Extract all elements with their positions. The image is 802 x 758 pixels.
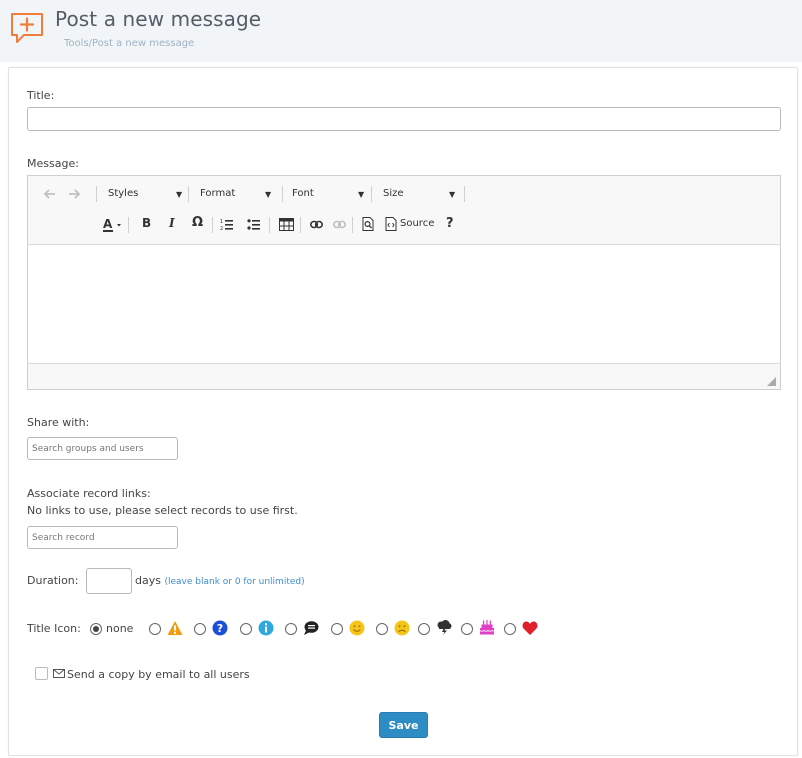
size-caret-icon: ▼ bbox=[449, 190, 456, 199]
info-icon bbox=[258, 620, 274, 636]
bullet-list-icon[interactable] bbox=[247, 218, 261, 231]
toolbar-separator bbox=[96, 186, 97, 202]
undo-icon[interactable] bbox=[43, 188, 57, 200]
format-dropdown[interactable]: Format bbox=[200, 188, 235, 199]
preview-icon[interactable] bbox=[362, 217, 374, 231]
share-with-label: Share with: bbox=[27, 416, 90, 429]
message-label: Message: bbox=[27, 157, 79, 170]
table-icon[interactable] bbox=[279, 218, 294, 231]
title-icon-radio-warning[interactable] bbox=[149, 623, 161, 635]
rich-text-editor: Styles ▼ Format ▼ Font ▼ Size ▼ A B I Ω … bbox=[27, 175, 781, 390]
help-icon[interactable]: ? bbox=[446, 216, 454, 231]
toolbar-separator bbox=[282, 186, 283, 202]
title-icon-radio-storm[interactable] bbox=[418, 623, 430, 635]
toolbar-separator bbox=[352, 217, 353, 233]
numbered-list-icon[interactable]: 1 2 bbox=[220, 218, 234, 231]
link-icon[interactable] bbox=[310, 220, 323, 229]
duration-input[interactable] bbox=[86, 568, 132, 594]
title-icon-radio-speech[interactable] bbox=[285, 623, 297, 635]
record-search-input[interactable] bbox=[27, 526, 178, 549]
breadcrumb: Tools/Post a new message bbox=[64, 38, 195, 49]
title-label: Title: bbox=[27, 89, 55, 102]
title-input[interactable] bbox=[27, 107, 781, 131]
toolbar-separator bbox=[269, 217, 270, 233]
title-icon-radio-none[interactable] bbox=[90, 623, 102, 635]
title-icon-radio-cake[interactable] bbox=[461, 623, 473, 635]
speech-bubble-icon bbox=[304, 621, 319, 635]
storm-cloud-icon bbox=[437, 620, 452, 635]
records-note: No links to use, please select records t… bbox=[27, 504, 298, 517]
form-panel bbox=[8, 67, 798, 756]
cake-icon bbox=[479, 620, 495, 635]
title-icon-radio-question[interactable] bbox=[194, 623, 206, 635]
styles-dropdown[interactable]: Styles bbox=[108, 188, 138, 199]
toolbar-separator bbox=[464, 186, 465, 202]
size-dropdown[interactable]: Size bbox=[383, 188, 404, 199]
title-icon-none-label: none bbox=[106, 622, 134, 635]
title-icon-label: Title Icon: bbox=[27, 622, 81, 635]
envelope-icon bbox=[53, 669, 65, 678]
toolbar-separator bbox=[371, 186, 372, 202]
svg-text:?: ? bbox=[217, 622, 223, 635]
heart-icon bbox=[522, 621, 538, 635]
svg-text:2: 2 bbox=[220, 226, 223, 231]
email-copy-label: Send a copy by email to all users bbox=[67, 668, 250, 681]
duration-unit-text: days bbox=[135, 574, 161, 587]
question-icon: ? bbox=[212, 620, 228, 636]
title-icon-radio-heart[interactable] bbox=[504, 623, 516, 635]
italic-icon[interactable]: I bbox=[169, 216, 175, 230]
special-char-icon[interactable]: Ω bbox=[192, 215, 203, 230]
duration-label: Duration: bbox=[27, 574, 79, 587]
editor-content-area[interactable] bbox=[28, 244, 780, 364]
message-plus-icon bbox=[11, 13, 43, 43]
toolbar-separator bbox=[300, 217, 301, 233]
toolbar-separator bbox=[128, 217, 129, 233]
unlink-icon[interactable] bbox=[333, 220, 346, 230]
redo-icon[interactable] bbox=[67, 188, 81, 200]
associate-records-label: Associate record links: bbox=[27, 487, 151, 500]
title-icon-radio-smile[interactable] bbox=[331, 623, 343, 635]
warning-icon bbox=[167, 621, 183, 635]
svg-text:1: 1 bbox=[220, 219, 223, 225]
source-button[interactable]: Source bbox=[400, 218, 434, 229]
styles-caret-icon: ▼ bbox=[176, 190, 183, 199]
svg-text:A: A bbox=[103, 217, 113, 231]
title-icon-radio-info[interactable] bbox=[240, 623, 252, 635]
bold-icon[interactable]: B bbox=[142, 216, 151, 230]
share-search-input[interactable] bbox=[27, 437, 178, 460]
page-header: Post a new message Tools/Post a new mess… bbox=[0, 0, 802, 62]
format-caret-icon: ▼ bbox=[265, 190, 272, 199]
page-title: Post a new message bbox=[55, 7, 262, 31]
source-icon[interactable] bbox=[385, 217, 397, 231]
save-button[interactable]: Save bbox=[379, 712, 428, 738]
toolbar-separator bbox=[188, 186, 189, 202]
resize-grip-icon[interactable] bbox=[767, 377, 776, 386]
email-copy-checkbox[interactable] bbox=[35, 667, 48, 680]
text-color-icon[interactable]: A bbox=[102, 217, 124, 233]
duration-unit: days (leave blank or 0 for unlimited) bbox=[135, 574, 305, 587]
title-icon-radio-sad[interactable] bbox=[376, 623, 388, 635]
font-dropdown[interactable]: Font bbox=[292, 188, 314, 199]
smile-icon bbox=[349, 620, 365, 636]
duration-hint: (leave blank or 0 for unlimited) bbox=[164, 577, 305, 587]
editor-toolbar: Styles ▼ Format ▼ Font ▼ Size ▼ A B I Ω … bbox=[28, 176, 780, 244]
font-caret-icon: ▼ bbox=[358, 190, 365, 199]
toolbar-separator bbox=[212, 217, 213, 233]
sad-face-icon bbox=[394, 620, 410, 636]
